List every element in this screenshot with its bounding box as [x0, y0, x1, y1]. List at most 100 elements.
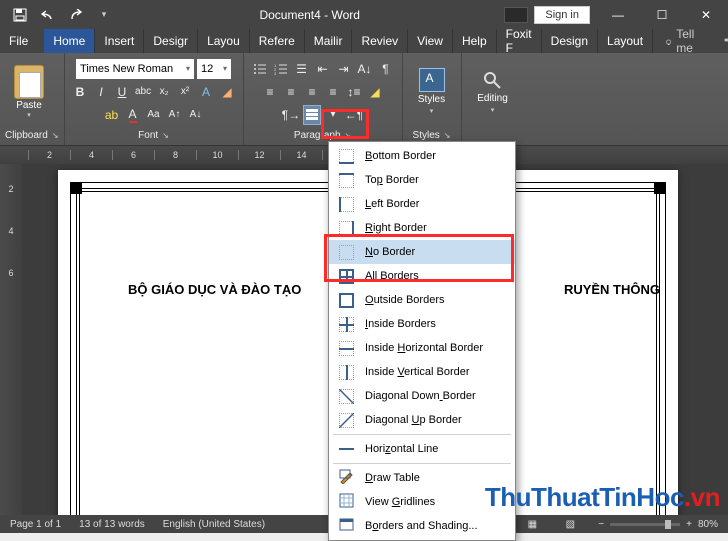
border-menu-diag-u[interactable]: Diagonal Up Border — [329, 408, 515, 432]
align-left-button[interactable]: ≡ — [261, 82, 279, 102]
para-launcher-icon[interactable]: ↘ — [345, 131, 352, 140]
redo-icon[interactable] — [65, 4, 87, 26]
tab-mailings[interactable]: Mailir — [305, 29, 353, 53]
sort-button[interactable]: A↓ — [356, 59, 374, 79]
page-indicator[interactable]: Page 1 of 1 — [10, 519, 61, 530]
border-menu-top[interactable]: Top Border — [329, 168, 515, 192]
ribbon-opts-icon[interactable] — [504, 7, 528, 23]
language-indicator[interactable]: English (United States) — [163, 519, 265, 530]
menu-item-label: Inside Vertical Border — [365, 366, 470, 378]
styles-button[interactable]: Styles — [418, 94, 445, 105]
tab-design[interactable]: Desigr — [144, 29, 198, 53]
border-menu-right[interactable]: Right Border — [329, 216, 515, 240]
word-count[interactable]: 13 of 13 words — [79, 519, 145, 530]
clipboard-launcher-icon[interactable]: ↘ — [52, 131, 59, 140]
tab-references[interactable]: Refere — [250, 29, 305, 53]
styles-icon[interactable] — [419, 68, 445, 92]
text-effects-button[interactable]: A — [197, 82, 215, 102]
border-menu-ins-h[interactable]: Inside Horizontal Border — [329, 336, 515, 360]
menu-item-label: Inside Horizontal Border — [365, 342, 483, 354]
maximize-button[interactable]: ☐ — [640, 0, 684, 29]
share-icon — [723, 34, 728, 49]
web-layout-icon[interactable]: ▧ — [560, 517, 580, 531]
share-button[interactable]: Share — [711, 29, 728, 53]
border-menu-none[interactable]: No Border — [329, 240, 515, 264]
tab-home[interactable]: Home — [44, 29, 95, 53]
borders-dropdown-icon[interactable]: ▾ — [324, 105, 342, 125]
tab-review[interactable]: Reviev — [352, 29, 408, 53]
border-menu-shade[interactable]: Borders and Shading... — [329, 514, 515, 538]
border-menu-all[interactable]: All Borders — [329, 264, 515, 288]
minimize-button[interactable]: — — [596, 0, 640, 29]
show-marks-button[interactable]: ¶ — [377, 59, 395, 79]
italic-button[interactable]: I — [92, 82, 110, 102]
qat-customize-icon[interactable]: ▾ — [93, 4, 115, 26]
highlight-button[interactable]: ab — [103, 105, 121, 125]
paste-dropdown-icon[interactable]: ▾ — [27, 111, 31, 119]
border-menu-outside[interactable]: Outside Borders — [329, 288, 515, 312]
shrink-font-button[interactable]: A↓ — [187, 105, 205, 125]
justify-button[interactable]: ≡ — [324, 82, 342, 102]
tell-me[interactable]: Tell me — [653, 29, 711, 53]
multilevel-button[interactable]: ☰ — [293, 59, 311, 79]
clear-format-button[interactable]: ◢ — [218, 82, 236, 102]
numbering-button[interactable]: 123 — [272, 59, 290, 79]
tab-file[interactable]: File — [0, 29, 44, 53]
align-center-button[interactable]: ≡ — [282, 82, 300, 102]
tab-layout2[interactable]: Layout — [598, 29, 653, 53]
inc-indent-button[interactable]: ⇥ — [335, 59, 353, 79]
lightbulb-icon — [665, 35, 672, 47]
ltr-button[interactable]: ¶→ — [282, 105, 300, 125]
font-name-combo[interactable]: Times New Roman▾ — [76, 59, 194, 79]
bold-button[interactable]: B — [71, 82, 89, 102]
font-color-button[interactable]: A — [124, 105, 142, 125]
border-menu-bottom[interactable]: Bottom Border — [329, 144, 515, 168]
save-icon[interactable] — [9, 4, 31, 26]
zoom-value[interactable]: 80% — [698, 519, 718, 530]
border-menu-left[interactable]: Left Border — [329, 192, 515, 216]
align-right-button[interactable]: ≡ — [303, 82, 321, 102]
find-icon[interactable] — [481, 69, 505, 91]
editing-button[interactable]: Editing — [477, 93, 508, 104]
grow-font-button[interactable]: A↑ — [166, 105, 184, 125]
rtl-button[interactable]: ←¶ — [345, 105, 363, 125]
bullets-button[interactable] — [251, 59, 269, 79]
print-layout-icon[interactable]: ▦ — [522, 517, 542, 531]
superscript-button[interactable]: x² — [176, 82, 194, 102]
border-menu-ins-v[interactable]: Inside Vertical Border — [329, 360, 515, 384]
shading-button[interactable]: ◢ — [366, 82, 384, 102]
menu-item-label: View Gridlines — [365, 496, 435, 508]
undo-icon[interactable] — [37, 4, 59, 26]
all-border-icon — [337, 267, 355, 285]
styles-launcher-icon[interactable]: ↘ — [444, 131, 451, 140]
zoom-in-icon[interactable]: + — [686, 519, 692, 530]
sign-in-button[interactable]: Sign in — [534, 6, 590, 24]
paste-button[interactable]: Paste — [16, 100, 42, 111]
borders-button[interactable] — [303, 105, 321, 125]
close-button[interactable]: ✕ — [684, 0, 728, 29]
tab-insert[interactable]: Insert — [95, 29, 144, 53]
zoom-slider[interactable]: − + 80% — [598, 519, 718, 530]
strike-button[interactable]: abc — [134, 82, 152, 102]
zoom-out-icon[interactable]: − — [598, 519, 604, 530]
dec-indent-button[interactable]: ⇤ — [314, 59, 332, 79]
font-launcher-icon[interactable]: ↘ — [162, 131, 169, 140]
tab-design2[interactable]: Design — [542, 29, 598, 53]
tab-layout[interactable]: Layou — [198, 29, 250, 53]
paste-icon[interactable] — [14, 65, 44, 99]
border-menu-inside[interactable]: Inside Borders — [329, 312, 515, 336]
border-menu-diag-d[interactable]: Diagonal Down Border — [329, 384, 515, 408]
line-spacing-button[interactable]: ↕≡ — [345, 82, 363, 102]
tab-view[interactable]: View — [408, 29, 453, 53]
chevron-down-icon[interactable]: ▾ — [491, 106, 495, 114]
doc-text-left: BỘ GIÁO DỤC VÀ ĐÀO TẠO — [128, 282, 301, 297]
chevron-down-icon[interactable]: ▾ — [430, 107, 434, 115]
change-case-button[interactable]: Aa — [145, 105, 163, 125]
tab-help[interactable]: Help — [453, 29, 497, 53]
font-size-combo[interactable]: 12▾ — [197, 59, 231, 79]
underline-button[interactable]: U — [113, 82, 131, 102]
subscript-button[interactable]: x₂ — [155, 82, 173, 102]
ruler-vertical[interactable]: 246 — [0, 164, 22, 515]
border-menu-hr[interactable]: Horizontal Line — [329, 437, 515, 461]
tab-foxit[interactable]: Foxit F — [497, 29, 542, 53]
